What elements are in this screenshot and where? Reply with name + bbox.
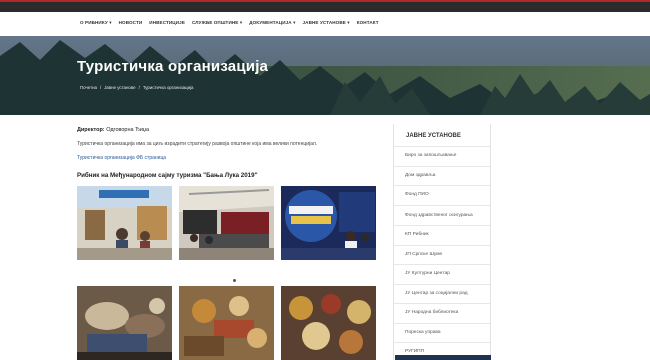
carousel-indicator[interactable] (233, 279, 236, 282)
nav-item-contact[interactable]: КОНТАКТ (357, 20, 379, 26)
breadcrumb-separator: / (99, 85, 102, 90)
breadcrumb-public-institutions[interactable]: Јавне установе (104, 85, 135, 90)
page-title: Туристичка организација (77, 58, 269, 75)
nav-item-documentation[interactable]: ДОКУМЕНТАЦИЈА ▾ (249, 20, 295, 26)
breadcrumb-separator: / (138, 85, 140, 90)
sidebar-item-kp-ribnik[interactable]: КП Рибник (394, 225, 490, 245)
sidebar-item-health-center[interactable]: Дом здравља (394, 165, 490, 186)
director-label: Директор: (77, 127, 105, 133)
gallery-photo-6[interactable] (281, 286, 376, 360)
facebook-page-link[interactable]: Туристичка организација ФБ страница (77, 155, 166, 161)
sidebar-item-public-library[interactable]: ЈУ Народна библиотека (394, 303, 490, 323)
sidebar-item-tax-administration[interactable]: Пореска управа (394, 322, 490, 343)
gallery-title: Рибник на Међународном сајму туризма "Ба… (77, 172, 258, 179)
nav-item-services[interactable]: СЛУЖБЕ ОПШТИНЕ ▾ (192, 20, 242, 26)
sidebar-item-pension-fund[interactable]: Фонд ПИО (394, 185, 490, 205)
sidebar-item-cultural-center[interactable]: ЈУ Културни Центар (394, 264, 490, 284)
hero-forest-image (0, 36, 650, 115)
gallery-photo-3[interactable] (281, 186, 376, 260)
nav-item-public-institutions[interactable]: ЈАВНЕ УСТАНОВЕ ▾ (303, 20, 350, 26)
sidebar-item-social-work-center[interactable]: ЈУ Центар за социјални рад (394, 283, 490, 304)
nav-item-news[interactable]: НОВОСТИ (119, 20, 143, 26)
gallery-photo-4[interactable] (77, 286, 172, 360)
breadcrumb: Почетна / Јавне установе / Туристичка ор… (80, 85, 194, 90)
nav-item-about[interactable]: О РИБНИКУ ▾ (80, 20, 112, 26)
gallery-photo-2[interactable] (179, 186, 274, 260)
hero-banner (0, 36, 650, 115)
breadcrumb-current: Туристичка организација (142, 85, 194, 90)
sidebar-item-employment-bureau[interactable]: Биро за запошљавање (394, 146, 490, 166)
director-name: Одговорна Ђиџа (106, 127, 150, 133)
sidebar-bottom-bar (395, 355, 491, 360)
director-line: Директор: Одговорна Ђиџа (77, 127, 149, 133)
intro-text: Туристичка организација има за циљ израд… (77, 141, 318, 147)
top-accent-line (0, 0, 650, 2)
breadcrumb-home[interactable]: Почетна (80, 85, 97, 90)
sidebar-item-srpske-sume[interactable]: ЈП Српске Шуме (394, 244, 490, 265)
sidebar-title: ЈАВНЕ УСТАНОВЕ (406, 133, 461, 139)
main-navigation: О РИБНИКУ ▾ НОВОСТИ ИНВЕСТИЦИЈЕ СЛУЖБЕ О… (0, 12, 650, 36)
sidebar-item-health-insurance-fund[interactable]: Фонд здравственог осигурања (394, 204, 490, 226)
sidebar-public-institutions: ЈАВНЕ УСТАНОВЕ Биро за запошљавање Дом з… (393, 124, 491, 360)
gallery-photo-5[interactable] (179, 286, 274, 360)
nav-item-investments[interactable]: ИНВЕСТИЦИЈЕ (149, 20, 185, 26)
gallery-photo-1[interactable] (77, 186, 172, 260)
top-bar (0, 0, 650, 12)
